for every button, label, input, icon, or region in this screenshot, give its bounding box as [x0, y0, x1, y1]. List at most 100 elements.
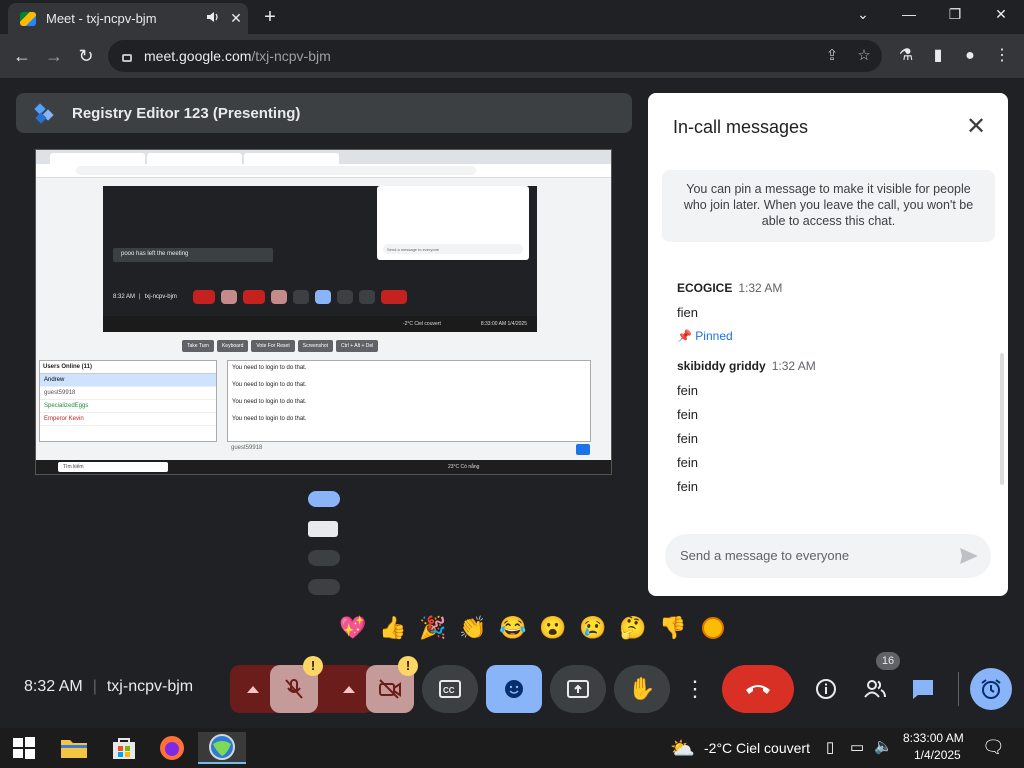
chat-log-line: You need to login to do that. [232, 399, 307, 405]
tab-close-icon[interactable]: ✕ [224, 10, 248, 27]
people-button[interactable] [856, 665, 894, 713]
pinned-label[interactable]: 📌 Pinned [677, 329, 977, 343]
network-icon[interactable]: ▭ [850, 738, 864, 756]
reaction-party[interactable]: 🎉 [413, 610, 453, 646]
send-icon[interactable] [959, 546, 979, 566]
minimize-button[interactable]: — [886, 0, 932, 30]
weather-icon[interactable]: ⛅ [670, 736, 695, 761]
svg-text:CC: CC [443, 686, 455, 695]
close-window-button[interactable]: ✕ [978, 0, 1024, 30]
remote-btn [314, 290, 331, 304]
participant-count-badge: 16 [876, 652, 900, 670]
meeting-info-button[interactable] [808, 665, 844, 713]
shared-tab [244, 153, 339, 164]
present-screen-button[interactable] [550, 665, 606, 713]
chat-button[interactable] [904, 665, 942, 713]
presenting-banner: Registry Editor 123 (Presenting) [16, 93, 632, 133]
vm-chat-name: guest59918 [231, 445, 263, 451]
google-meet-icon [20, 11, 36, 26]
reaction-heart[interactable]: 💖 [333, 610, 373, 646]
chat-title: In-call messages [673, 117, 809, 137]
reload-icon[interactable]: ↻ [72, 42, 100, 70]
taskbar-time[interactable]: 8:33:00 AM [903, 731, 964, 745]
message-text: fein [677, 479, 698, 494]
participant-tile[interactable] [308, 550, 340, 566]
taskbar-date[interactable]: 1/4/2025 [914, 748, 961, 762]
speaker-icon[interactable] [206, 11, 224, 26]
menu-kebab-icon[interactable]: ⋮ [990, 44, 1014, 68]
participant-tile[interactable] [308, 521, 338, 537]
reaction-thumbs-down[interactable]: 👎 [653, 610, 693, 646]
side-panel-icon[interactable]: ▮ [926, 44, 950, 68]
remote-datetime: 8:33:00 AM 1/4/2025 [480, 321, 527, 327]
skin-tone-icon[interactable] [693, 610, 733, 646]
new-tab-button[interactable]: + [258, 6, 282, 30]
shared-weather: 23°C Có nắng [448, 464, 480, 470]
windows-start-button[interactable] [8, 732, 40, 764]
reaction-laugh[interactable]: 😂 [493, 610, 533, 646]
camera-off-icon [379, 679, 401, 699]
reaction-sad[interactable]: 😢 [573, 610, 613, 646]
vm-button: Ctrl + Alt + Del [336, 340, 379, 352]
more-options-button[interactable]: ⋮ [678, 665, 712, 713]
store-button[interactable] [108, 732, 140, 764]
remote-notice: pooo has left the meeting [113, 248, 273, 262]
hand-icon: ✋ [628, 676, 656, 701]
info-icon [816, 679, 836, 699]
close-icon[interactable]: ✕ [962, 113, 990, 141]
shared-tab [50, 153, 145, 164]
mic-warning-badge: ! [303, 656, 323, 676]
reaction-surprised[interactable]: 😮 [533, 610, 573, 646]
activities-button[interactable] [970, 668, 1012, 710]
pin-icon: 📌 [677, 329, 692, 343]
chrome-taskbar-button[interactable] [198, 732, 246, 764]
alarm-clock-icon [981, 679, 1001, 699]
camera-warning-badge: ! [398, 656, 418, 676]
tab-title: Meet - txj-ncpv-bjm [46, 11, 157, 26]
vm-button: Screenshot [297, 340, 334, 352]
mic-options-button[interactable] [236, 665, 270, 713]
users-online-list: Users Online (11) Andrew guest59918 Spec… [39, 360, 217, 442]
windows-logo-icon [13, 737, 35, 759]
chat-scrollbar[interactable] [1000, 353, 1004, 485]
camera-options-button[interactable] [332, 665, 366, 713]
participant-tile[interactable] [308, 579, 340, 595]
bookmark-star-icon[interactable]: ☆ [852, 46, 876, 66]
leave-call-button[interactable] [722, 665, 794, 713]
chat-message-input[interactable]: Send a message to everyone [665, 534, 991, 578]
notifications-icon[interactable]: 🗨 [982, 737, 1005, 758]
share-icon[interactable]: ⇪ [820, 46, 844, 66]
remote-btn [192, 290, 215, 304]
browser-toolbar: ← → ↻ meet.google.com/txj-ncpv-bjm ⇪ ☆ ⚗… [0, 34, 1024, 78]
raise-hand-button[interactable]: ✋ [614, 665, 670, 713]
participant-tile[interactable] [308, 491, 340, 507]
chat-message-list[interactable]: ECOGICE 1:32 AM fien 📌 Pinned skibiddy gr… [648, 251, 998, 521]
extension-flask-icon[interactable]: ⚗ [894, 44, 918, 68]
captions-button[interactable]: CC [422, 665, 478, 713]
emoji-reactions-button[interactable] [486, 665, 542, 713]
tab-search-icon[interactable]: ⌄ [840, 0, 886, 30]
reaction-bar: 💖 👍 🎉 👏 😂 😮 😢 🤔 👎 [333, 608, 747, 648]
reaction-clap[interactable]: 👏 [453, 610, 493, 646]
address-bar[interactable]: meet.google.com/txj-ncpv-bjm ⇪ ☆ [108, 40, 882, 72]
message-group: ECOGICE 1:32 AM fien 📌 Pinned [677, 279, 977, 343]
meet-stage: Registry Editor 123 (Presenting) pooo ha… [0, 78, 1024, 728]
remote-tray: -2°C Ciel couvert [402, 321, 441, 327]
back-icon[interactable]: ← [8, 42, 36, 70]
forward-icon[interactable]: → [40, 42, 68, 70]
restore-button[interactable]: ❐ [932, 0, 978, 30]
profile-icon[interactable]: ● [958, 44, 982, 68]
usb-icon[interactable]: ▯ [826, 738, 834, 756]
remote-clock: 8:32 AM [113, 294, 136, 300]
firefox-icon [160, 736, 184, 760]
browser-tab-meet[interactable]: Meet - txj-ncpv-bjm ✕ [8, 3, 248, 34]
file-explorer-button[interactable] [58, 732, 90, 764]
firefox-button[interactable] [156, 732, 188, 764]
emoji-icon [505, 680, 523, 698]
user-row: SpecializedEggs [40, 400, 216, 413]
taskbar-weather[interactable]: -2°C Ciel couvert [704, 740, 810, 756]
remote-code: txj-ncpv-bjm [144, 294, 177, 300]
volume-icon[interactable]: 🔈 [874, 737, 893, 755]
reaction-thumbs-up[interactable]: 👍 [373, 610, 413, 646]
reaction-thinking[interactable]: 🤔 [613, 610, 653, 646]
